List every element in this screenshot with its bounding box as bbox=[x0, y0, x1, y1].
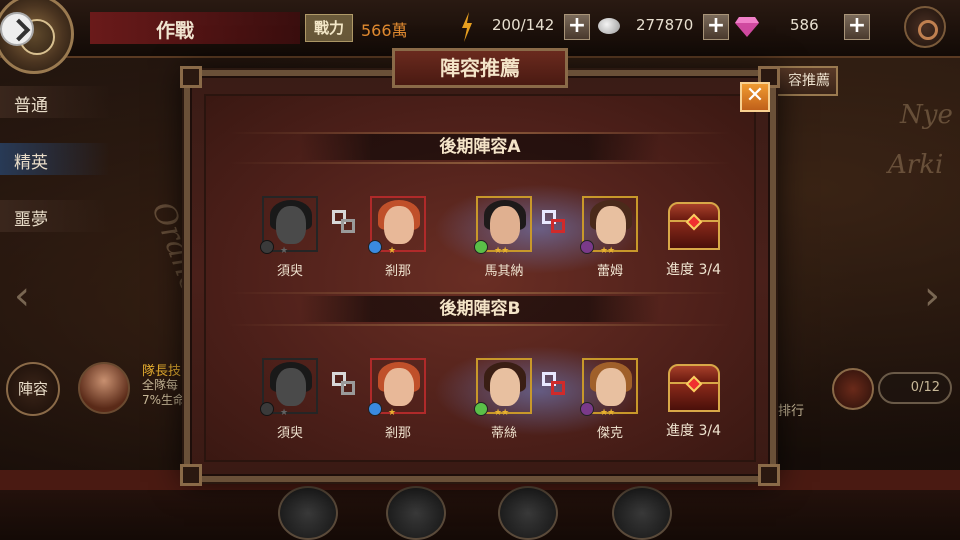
stamina-bolt-icon bbox=[462, 12, 472, 42]
element-icon bbox=[260, 402, 274, 416]
menu-button[interactable] bbox=[904, 6, 946, 48]
map-label-right-1: Nye bbox=[900, 100, 953, 130]
star-rating: ★ bbox=[388, 408, 396, 418]
power-value: 566萬 bbox=[361, 21, 408, 40]
element-icon bbox=[474, 240, 488, 254]
star-rating: ★ bbox=[388, 246, 396, 256]
tab-nightmare[interactable]: 噩夢 bbox=[0, 200, 110, 232]
character-name: 剎那 bbox=[384, 426, 411, 441]
character-portrait[interactable]: ★ bbox=[260, 358, 318, 418]
character-face bbox=[384, 368, 414, 406]
reward-chest-icon[interactable] bbox=[668, 364, 720, 412]
link-icon bbox=[542, 210, 566, 234]
character-name: 蕾姆 bbox=[596, 264, 623, 279]
character-card[interactable]: ★ 剎那 bbox=[368, 358, 426, 441]
character-portrait[interactable]: ★★ bbox=[474, 358, 532, 418]
reward-chest-icon[interactable] bbox=[832, 368, 874, 410]
tab-elite[interactable]: 精英 bbox=[0, 143, 110, 175]
coins-value: 277870 bbox=[636, 16, 694, 34]
page-title: 作戰 bbox=[90, 12, 300, 44]
divider bbox=[230, 162, 730, 164]
character-card[interactable]: ★★ 馬其納 bbox=[474, 196, 532, 279]
character-face bbox=[596, 368, 626, 406]
character-name: 剎那 bbox=[384, 264, 411, 279]
character-card[interactable]: ★ 須臾 bbox=[260, 358, 318, 441]
link-icon bbox=[332, 372, 356, 396]
gems-value: 586 bbox=[790, 16, 819, 34]
character-portrait[interactable]: ★ bbox=[368, 358, 426, 418]
bottom-slot-button[interactable] bbox=[612, 486, 672, 540]
progress-b: 進度 3/4 bbox=[666, 423, 721, 439]
section-title-b: 後期陣容B bbox=[300, 296, 660, 322]
character-card[interactable]: ★★ 蒂絲 bbox=[474, 358, 532, 441]
character-portrait[interactable]: ★ bbox=[368, 196, 426, 256]
bottom-slot-button[interactable] bbox=[386, 486, 446, 540]
bottom-slot-button[interactable] bbox=[498, 486, 558, 540]
character-name: 馬其納 bbox=[484, 264, 524, 279]
star-rating: ★★ bbox=[600, 246, 615, 256]
stamina-value: 200/142 bbox=[492, 16, 555, 34]
character-face bbox=[490, 206, 520, 244]
character-face bbox=[276, 368, 306, 406]
bottom-slot-button[interactable] bbox=[278, 486, 338, 540]
section-title-a: 後期陣容A bbox=[300, 134, 660, 160]
next-page-arrow-icon[interactable]: › bbox=[924, 276, 946, 316]
divider bbox=[230, 324, 730, 326]
element-icon bbox=[260, 240, 274, 254]
character-name: 須臾 bbox=[276, 426, 303, 441]
close-button[interactable]: ✕ bbox=[740, 82, 770, 112]
character-portrait[interactable]: ★★ bbox=[580, 196, 638, 256]
divider bbox=[230, 292, 730, 294]
character-face bbox=[384, 206, 414, 244]
power-label: 戰力 bbox=[305, 14, 353, 42]
character-face bbox=[596, 206, 626, 244]
dialog-title: 陣容推薦 bbox=[392, 48, 568, 88]
element-icon bbox=[580, 240, 594, 254]
star-rating: ★★ bbox=[494, 408, 509, 418]
character-portrait[interactable]: ★★ bbox=[474, 196, 532, 256]
coin-icon bbox=[598, 18, 620, 34]
add-coins-button[interactable]: + bbox=[703, 14, 729, 40]
captain-skill-line-2: 7%生命 bbox=[142, 393, 186, 407]
star-rating: ★ bbox=[280, 246, 288, 256]
character-face bbox=[276, 206, 306, 244]
chest-progress: 0/12 bbox=[878, 372, 952, 404]
star-rating: ★★ bbox=[600, 408, 615, 418]
back-button[interactable] bbox=[0, 12, 34, 46]
character-name: 傑克 bbox=[596, 426, 623, 441]
character-card[interactable]: ★★ 蕾姆 bbox=[580, 196, 638, 279]
captain-avatar[interactable] bbox=[78, 362, 130, 414]
star-rating: ★ bbox=[280, 408, 288, 418]
character-card[interactable]: ★ 須臾 bbox=[260, 196, 318, 279]
element-icon bbox=[580, 402, 594, 416]
element-icon bbox=[368, 402, 382, 416]
element-icon bbox=[474, 402, 488, 416]
character-portrait[interactable]: ★ bbox=[260, 196, 318, 256]
link-icon bbox=[332, 210, 356, 234]
star-rating: ★★ bbox=[494, 246, 509, 256]
add-gems-button[interactable]: + bbox=[844, 14, 870, 40]
reward-chest-icon[interactable] bbox=[668, 202, 720, 250]
character-face bbox=[490, 368, 520, 406]
character-card[interactable]: ★★ 傑克 bbox=[580, 358, 638, 441]
character-card[interactable]: ★ 剎那 bbox=[368, 196, 426, 279]
lineup-button[interactable]: 陣容 bbox=[6, 362, 60, 416]
prev-page-arrow-icon[interactable]: ‹ bbox=[14, 276, 36, 316]
add-stamina-button[interactable]: + bbox=[564, 14, 590, 40]
link-icon bbox=[542, 372, 566, 396]
character-portrait[interactable]: ★★ bbox=[580, 358, 638, 418]
ranking-label[interactable]: 排行 bbox=[778, 400, 804, 419]
element-icon bbox=[368, 240, 382, 254]
progress-a: 進度 3/4 bbox=[666, 262, 721, 278]
character-name: 須臾 bbox=[276, 264, 303, 279]
character-name: 蒂絲 bbox=[490, 426, 517, 441]
map-label-right-2: Arki bbox=[888, 150, 944, 180]
gem-icon bbox=[735, 17, 759, 37]
tab-normal[interactable]: 普通 bbox=[0, 86, 110, 118]
